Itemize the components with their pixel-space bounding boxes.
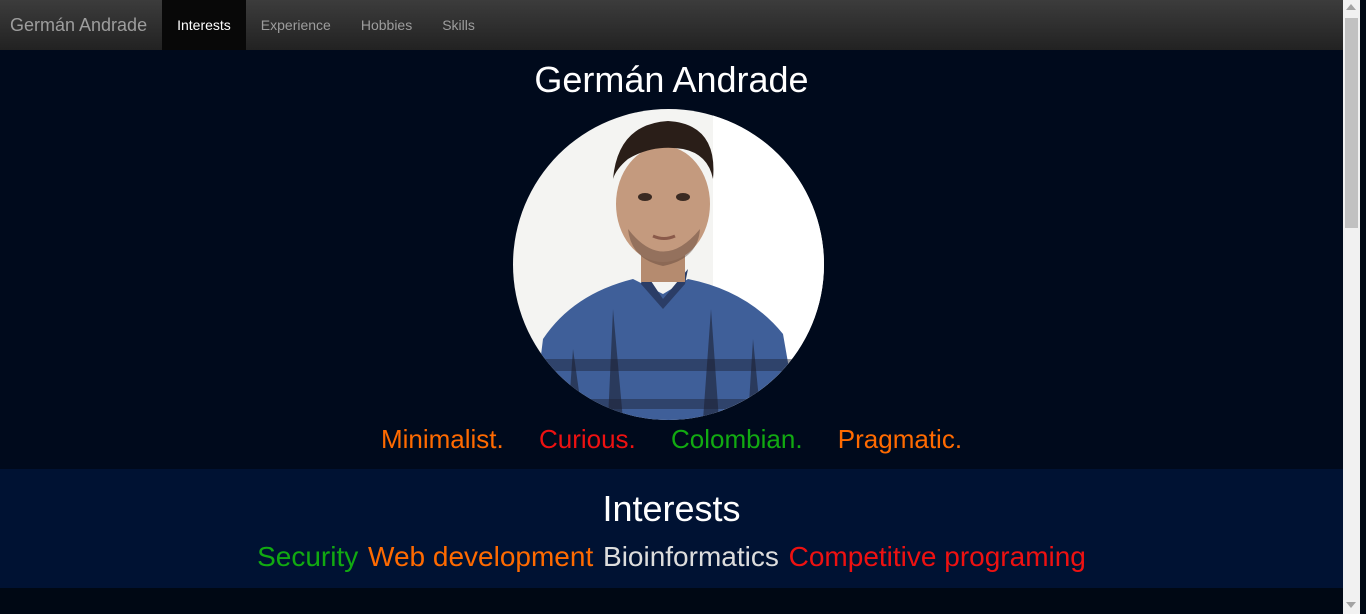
next-section bbox=[0, 588, 1343, 614]
traits-list: Minimalist. Curious. Colombian. Pragmati… bbox=[0, 420, 1343, 458]
interests-list: Security Web development Bioinformatics … bbox=[0, 539, 1343, 575]
interest-bioinformatics: Bioinformatics bbox=[603, 541, 779, 572]
nav-item-hobbies[interactable]: Hobbies bbox=[346, 0, 427, 50]
nav-item-interests[interactable]: Interests bbox=[162, 0, 246, 50]
trait-pragmatic: Pragmatic. bbox=[837, 424, 963, 454]
nav-item-experience[interactable]: Experience bbox=[246, 0, 346, 50]
nav-item-skills[interactable]: Skills bbox=[427, 0, 490, 50]
scroll-up-icon[interactable] bbox=[1346, 4, 1356, 10]
trait-minimalist: Minimalist. bbox=[380, 424, 504, 454]
interests-title: Interests bbox=[602, 488, 741, 529]
profile-photo bbox=[513, 109, 824, 420]
trait-curious: Curious. bbox=[538, 424, 636, 454]
interest-web-development: Web development bbox=[368, 541, 594, 572]
scroll-down-icon[interactable] bbox=[1346, 602, 1356, 608]
hero-section: Germán Andrade Minimalist. Curious. Colo… bbox=[0, 50, 1343, 469]
interests-section: Interests Security Web development Bioin… bbox=[0, 469, 1343, 588]
top-navbar: Germán Andrade Interests Experience Hobb… bbox=[0, 0, 1343, 50]
brand-link[interactable]: Germán Andrade bbox=[0, 0, 162, 50]
profile-photo-icon bbox=[513, 109, 824, 420]
scrollbar-thumb[interactable] bbox=[1345, 18, 1358, 228]
interest-security: Security bbox=[257, 541, 359, 572]
interest-competitive-programing: Competitive programing bbox=[788, 541, 1086, 572]
trait-colombian: Colombian. bbox=[671, 424, 803, 454]
hero-title: Germán Andrade bbox=[534, 59, 809, 100]
